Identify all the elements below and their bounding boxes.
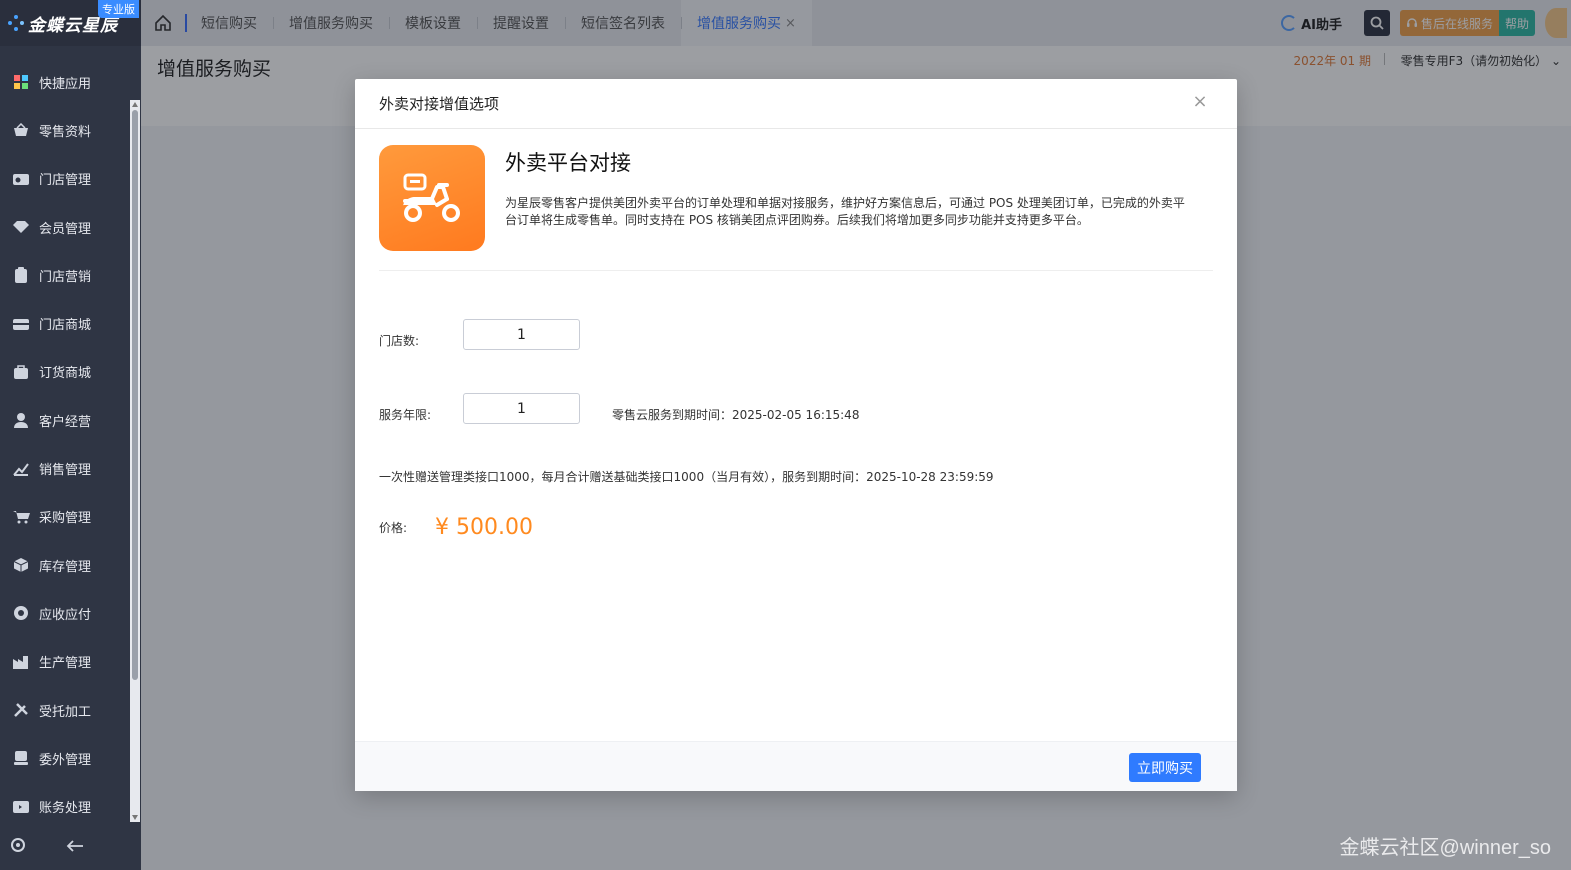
scroll-down-icon[interactable] xyxy=(132,815,138,820)
sidebar-item-label: 生产管理 xyxy=(39,656,92,672)
price-row: 价格: ¥ 500.00 xyxy=(379,515,533,540)
sidebar-item-label: 委外管理 xyxy=(39,752,92,768)
sidebar-item-inventory-mgmt[interactable]: 库存管理 xyxy=(0,541,130,589)
modal-header: 外卖对接增值选项 × xyxy=(355,79,1237,129)
product-info: 外卖平台对接 为星辰零售客户提供美团外卖平台的订单处理和单据对接服务，维护好方案… xyxy=(379,145,1213,271)
scroll-up-icon[interactable] xyxy=(132,102,138,107)
box-icon xyxy=(12,557,30,573)
money-icon xyxy=(12,605,30,621)
tools-icon xyxy=(12,702,30,718)
bag-icon xyxy=(12,364,30,380)
close-icon[interactable]: × xyxy=(1191,93,1209,111)
cart-icon xyxy=(12,509,30,525)
sidebar-item-label: 订货商城 xyxy=(39,366,92,382)
sidebar-item-purchase-mgmt[interactable]: 采购管理 xyxy=(0,493,130,541)
sidebar-item-store-mall[interactable]: 门店商城 xyxy=(0,299,130,347)
service-years-row: 服务年限: 零售云服务到期时间：2025-02-05 16:15:48 xyxy=(379,393,859,424)
stack-icon xyxy=(12,750,30,766)
sidebar-item-label: 库存管理 xyxy=(39,559,92,575)
sidebar-item-customer-ops[interactable]: 客户经营 xyxy=(0,396,130,444)
sidebar-item-receivables[interactable]: 应收应付 xyxy=(0,589,130,637)
clipboard-icon xyxy=(12,267,30,284)
sidebar-item-label: 门店管理 xyxy=(39,173,92,189)
sidebar-item-contract-processing[interactable]: 受托加工 xyxy=(0,686,130,734)
sidebar-item-label: 账务处理 xyxy=(39,801,92,817)
chart-icon xyxy=(12,461,30,477)
sidebar-item-retail-data[interactable]: 零售资料 xyxy=(0,106,130,154)
logo[interactable]: 金蝶云星辰 专业版 xyxy=(0,0,141,46)
product-name: 外卖平台对接 xyxy=(505,151,631,175)
store-count-label: 门店数: xyxy=(379,334,420,348)
sidebar-item-member-mgmt[interactable]: 会员管理 xyxy=(0,203,130,251)
sidebar-item-label: 会员管理 xyxy=(39,221,92,237)
gear-icon[interactable] xyxy=(10,837,26,857)
sidebar-item-production-mgmt[interactable]: 生产管理 xyxy=(0,638,130,686)
store-icon xyxy=(12,171,30,187)
store-count-row: 门店数: xyxy=(379,319,580,350)
sidebar-item-store-marketing[interactable]: 门店营销 xyxy=(0,251,130,299)
sidebar: 金蝶云星辰 专业版 快捷应用 零售资料 门店管理 会员管理 门店营销 门店商城 xyxy=(0,0,141,870)
sidebar-item-label: 零售资料 xyxy=(39,124,92,140)
buy-now-button[interactable]: 立即购买 xyxy=(1129,753,1201,782)
product-description: 为星辰零售客户提供美团外卖平台的订单处理和单据对接服务，维护好方案信息后，可通过… xyxy=(505,196,1185,227)
service-years-input[interactable] xyxy=(463,393,580,424)
sidebar-item-label: 快捷应用 xyxy=(39,76,92,92)
sidebar-item-order-mall[interactable]: 订货商城 xyxy=(0,348,130,396)
gift-info-text: 一次性赠送管理类接口1000，每月合计赠送基础类接口1000（当月有效），服务到… xyxy=(379,470,994,484)
sidebar-item-label: 客户经营 xyxy=(39,414,92,430)
sidebar-scrollbar[interactable] xyxy=(130,100,140,822)
store-count-input[interactable] xyxy=(463,319,580,350)
sidebar-item-label: 采购管理 xyxy=(39,511,92,527)
sidebar-bottom xyxy=(0,824,141,870)
sidebar-item-sales-mgmt[interactable]: 销售管理 xyxy=(0,444,130,492)
diamond-icon xyxy=(12,219,30,235)
logo-icon xyxy=(8,15,24,31)
factory-icon xyxy=(12,654,30,670)
sidebar-item-label: 应收应付 xyxy=(39,607,92,623)
price-label: 价格: xyxy=(379,521,408,535)
sidebar-item-label: 门店营销 xyxy=(39,269,92,285)
sidebar-item-store-mgmt[interactable]: 门店管理 xyxy=(0,155,130,203)
community-signature: 金蝶云社区@winner_so xyxy=(1339,837,1551,859)
value-added-modal: 外卖对接增值选项 × 外卖平台对接 为星辰零售客户提供美团外卖平台的订单处理和单… xyxy=(355,79,1237,791)
modal-title: 外卖对接增值选项 xyxy=(379,95,500,113)
ledger-icon xyxy=(12,799,30,815)
modal-footer: 立即购买 xyxy=(355,741,1237,791)
grid-icon xyxy=(12,74,30,90)
price-value: ¥ 500.00 xyxy=(435,515,533,540)
scroll-thumb[interactable] xyxy=(132,110,138,680)
arrow-left-icon[interactable] xyxy=(66,838,84,857)
shop-icon xyxy=(12,316,30,332)
sidebar-item-label: 销售管理 xyxy=(39,463,92,479)
basket-icon xyxy=(12,122,30,138)
sidebar-item-quick-apps[interactable]: 快捷应用 xyxy=(0,58,130,106)
user-icon xyxy=(12,412,30,429)
sidebar-menu: 快捷应用 零售资料 门店管理 会员管理 门店营销 门店商城 订货商城 客户经营 xyxy=(0,58,130,831)
service-years-label: 服务年限: xyxy=(379,408,432,422)
delivery-scooter-icon xyxy=(379,145,485,251)
edition-badge: 专业版 xyxy=(98,0,139,18)
sidebar-item-outsourcing[interactable]: 委外管理 xyxy=(0,734,130,782)
sidebar-item-label: 门店商城 xyxy=(39,318,92,334)
sidebar-item-label: 受托加工 xyxy=(39,704,92,720)
expiry-text: 零售云服务到期时间：2025-02-05 16:15:48 xyxy=(612,408,860,422)
